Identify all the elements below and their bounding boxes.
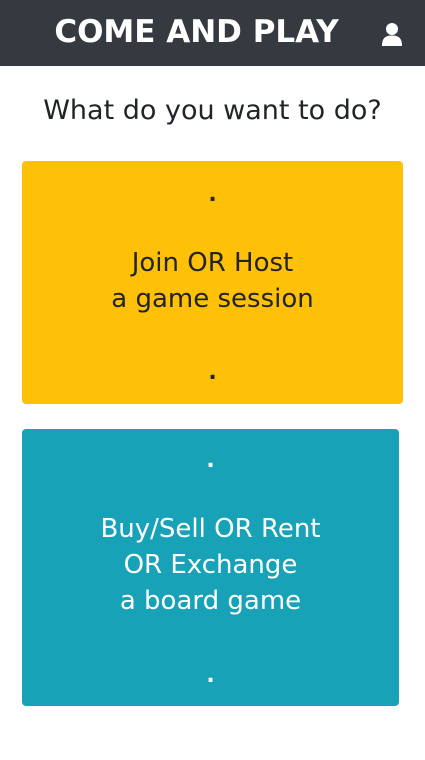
card-label-line: Join OR Host: [131, 248, 294, 278]
join-or-host-card[interactable]: . Join OR Host a game session .: [22, 161, 403, 404]
user-account-button[interactable]: [380, 22, 404, 48]
card-label: Join OR Host a game session: [22, 245, 403, 317]
card-top-marker: .: [208, 182, 217, 207]
user-icon: [382, 23, 402, 46]
card-top-marker: .: [206, 448, 215, 473]
card-label-line: Buy/Sell OR Rent: [100, 514, 321, 544]
card-label-line: OR Exchange: [123, 550, 298, 580]
card-bottom-marker: .: [208, 360, 217, 385]
card-label: Buy/Sell OR Rent OR Exchange a board gam…: [22, 511, 399, 619]
card-label-line: a game session: [111, 284, 314, 314]
app-title: COME AND PLAY: [54, 14, 339, 50]
trade-board-game-card[interactable]: . Buy/Sell OR Rent OR Exchange a board g…: [22, 429, 399, 706]
card-bottom-marker: .: [206, 663, 215, 688]
page-prompt: What do you want to do?: [43, 95, 382, 126]
top-navbar: COME AND PLAY: [0, 0, 425, 66]
card-label-line: a board game: [119, 586, 302, 616]
